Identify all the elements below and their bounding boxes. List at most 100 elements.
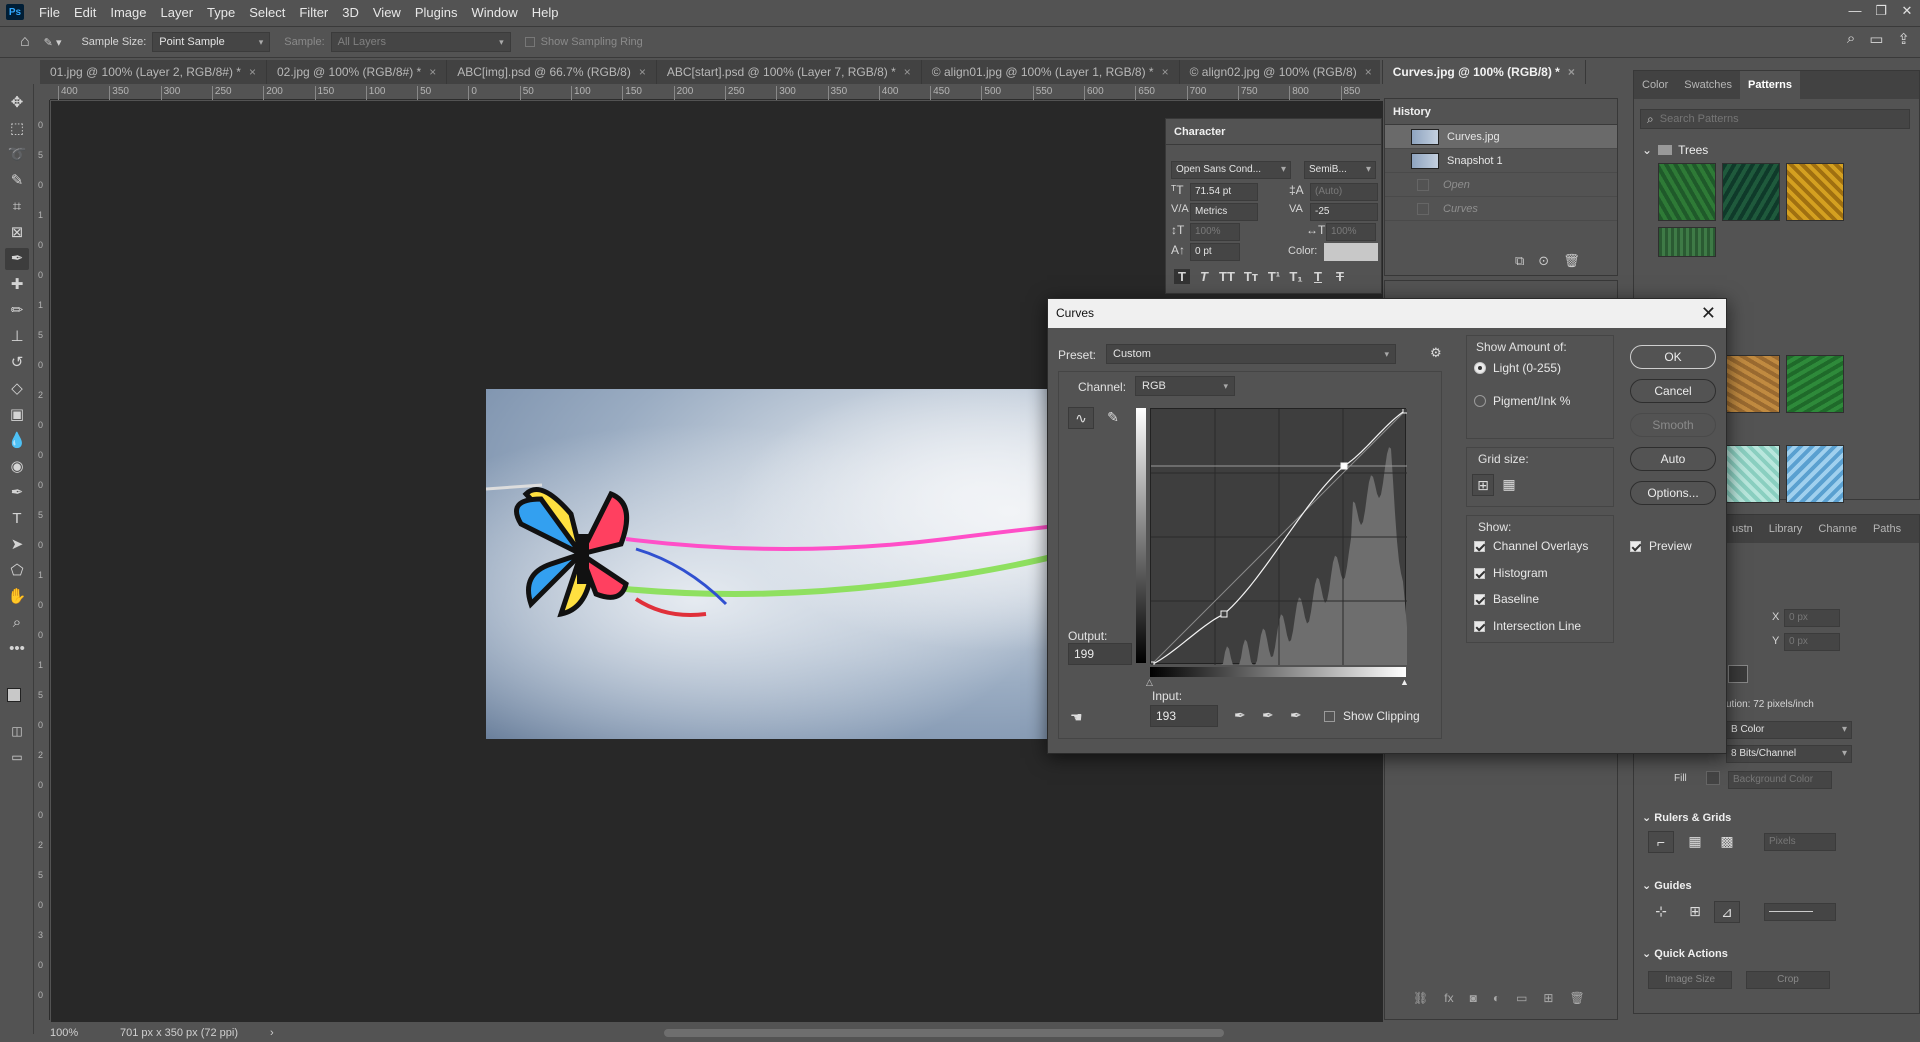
canvas-size-icon[interactable] [1728,665,1748,683]
menu-window[interactable]: Window [464,5,524,20]
pattern-tile[interactable] [1786,445,1844,503]
close-icon[interactable]: × [249,65,256,79]
x-field[interactable]: 0 px [1784,609,1840,627]
menu-layer[interactable]: Layer [154,5,201,20]
pigment-radio[interactable]: Pigment/Ink % [1474,394,1570,408]
add-guide-icon[interactable]: ⊞ [1682,901,1708,923]
subscript-button[interactable]: T₁ [1288,269,1304,284]
delete-icon[interactable]: 🗑 [1569,991,1584,1005]
curve-graph[interactable] [1147,406,1410,669]
faux-italic-button[interactable]: T [1196,269,1212,284]
image-size-button[interactable]: Image Size [1648,971,1732,989]
y-field[interactable]: 0 px [1784,633,1840,651]
history-item[interactable]: Curves.jpg [1385,125,1617,149]
history-item[interactable]: Open [1385,173,1617,197]
menu-image[interactable]: Image [103,5,153,20]
guides-icon[interactable]: ⊹ [1648,901,1674,923]
pattern-tile[interactable] [1722,445,1780,503]
adjustment-layer-icon[interactable]: ◐ [1493,991,1500,1005]
pencil-icon[interactable]: ✎ [1100,407,1126,429]
pattern-tile[interactable] [1786,163,1844,221]
tab-paths[interactable]: Paths [1865,523,1909,535]
new-document-icon[interactable]: ⧉ [1515,253,1524,269]
tab-abc-start[interactable]: ABC[start].psd @ 100% (Layer 7, RGB/8) *… [657,60,922,84]
underline-button[interactable]: T [1310,269,1326,284]
fill-swatch[interactable] [1706,771,1720,785]
pattern-tile[interactable] [1658,163,1716,221]
tab-curves-jpg[interactable]: Curves.jpg @ 100% (RGB/8) * × [1382,60,1586,84]
guide-layout-icon[interactable]: ⊿ [1714,901,1740,923]
options-button[interactable]: Options... [1630,481,1716,505]
sampling-ring-checkbox[interactable]: Show Sampling Ring [524,36,643,48]
tab-adjustments[interactable]: ustn [1724,523,1761,535]
preset-select[interactable]: Custom ▾ [1106,344,1396,364]
new-layer-icon[interactable]: ⊞ [1543,991,1553,1005]
menu-filter[interactable]: Filter [292,5,335,20]
lasso-tool-icon[interactable]: ➰ [5,144,29,166]
link-icon[interactable]: ⛓ [1413,991,1428,1005]
tab-01-jpg[interactable]: 01.jpg @ 100% (Layer 2, RGB/8#) * × [40,60,267,84]
trash-icon[interactable]: 🗑 [1563,253,1580,269]
history-item[interactable]: Curves [1385,197,1617,221]
quick-mask-icon[interactable]: ◫ [5,720,29,742]
menu-help[interactable]: Help [525,5,566,20]
home-icon[interactable]: ⌂ [20,33,30,51]
minimize-icon[interactable]: — [1842,0,1868,24]
zoom-level[interactable]: 100% [40,1027,100,1039]
workspace-icon[interactable]: ▭ [1869,30,1883,48]
output-field[interactable]: 199 [1068,643,1132,665]
show-clipping-checkbox[interactable]: Show Clipping [1324,709,1420,723]
horizontal-scale-field[interactable]: 100% [1326,223,1376,241]
close-icon[interactable]: ✕ [1701,299,1716,328]
close-window-icon[interactable]: ✕ [1894,0,1920,24]
doc-info[interactable]: 701 px x 350 px (72 ppi) [100,1027,260,1039]
tab-swatches[interactable]: Swatches [1676,79,1740,91]
dodge-tool-icon[interactable]: ◉ [5,456,29,478]
light-radio[interactable]: Light (0-255) [1474,361,1561,375]
ruler-toggle-icon[interactable]: ⌐ [1648,831,1674,853]
horizontal-scrollbar[interactable] [663,1029,1224,1037]
cancel-button[interactable]: Cancel [1630,379,1716,403]
all-caps-button[interactable]: TT [1218,269,1236,284]
close-icon[interactable]: × [429,65,436,79]
crop-tool-icon[interactable]: ⌗ [5,196,29,218]
grid-icon[interactable]: ▦ [1682,831,1708,853]
screen-mode-icon[interactable]: ▭ [5,746,29,768]
font-size-field[interactable]: 71.54 pt [1190,183,1258,201]
camera-icon[interactable]: ⊙ [1538,253,1549,269]
status-arrow-icon[interactable]: › [270,1027,274,1039]
menu-edit[interactable]: Edit [67,5,103,20]
superscript-button[interactable]: T¹ [1266,269,1282,284]
kerning-select[interactable]: Metrics [1190,203,1258,221]
small-caps-button[interactable]: Tт [1242,269,1260,284]
faux-bold-button[interactable]: T [1174,269,1190,284]
smooth-button[interactable]: Smooth [1630,413,1716,437]
channel-overlays-checkbox[interactable]: Channel Overlays [1474,539,1588,553]
curve-point-tool-icon[interactable]: ∿ [1068,407,1094,429]
baseline-checkbox[interactable]: Baseline [1474,592,1539,606]
brush-tool-icon[interactable]: ✏ [5,300,29,322]
close-icon[interactable]: × [639,65,646,79]
preview-checkbox[interactable]: Preview [1630,539,1692,553]
eyedropper-preset-icon[interactable]: ✎ ▾ [44,36,62,49]
history-brush-icon[interactable]: ↺ [5,352,29,374]
quick-select-tool-icon[interactable]: ✎ [5,170,29,192]
guide-style-select[interactable] [1764,903,1836,921]
frame-tool-icon[interactable]: ⊠ [5,222,29,244]
leading-field[interactable]: (Auto) [1310,183,1378,201]
share-icon[interactable]: ⇪ [1897,30,1910,48]
pattern-tile[interactable] [1658,227,1716,257]
auto-button[interactable]: Auto [1630,447,1716,471]
close-icon[interactable]: × [1365,65,1372,79]
tab-align01[interactable]: © align01.jpg @ 100% (Layer 1, RGB/8) * × [922,60,1180,84]
tracking-select[interactable]: -25 [1310,203,1378,221]
histogram-checkbox[interactable]: Histogram [1474,566,1548,580]
restore-icon[interactable]: ❐ [1868,0,1894,24]
detailed-grid-icon[interactable]: ▦ [1498,474,1520,496]
black-point-slider-icon[interactable]: △ [1146,677,1153,688]
vertical-scale-field[interactable]: 100% [1190,223,1240,241]
rulers-grids-section[interactable]: ⌄ Rulers & Grids [1642,811,1731,824]
channel-select[interactable]: RGB ▾ [1135,376,1235,396]
blur-tool-icon[interactable]: 💧 [5,430,29,452]
color-mode-select[interactable]: B Color ▾ [1726,721,1852,739]
